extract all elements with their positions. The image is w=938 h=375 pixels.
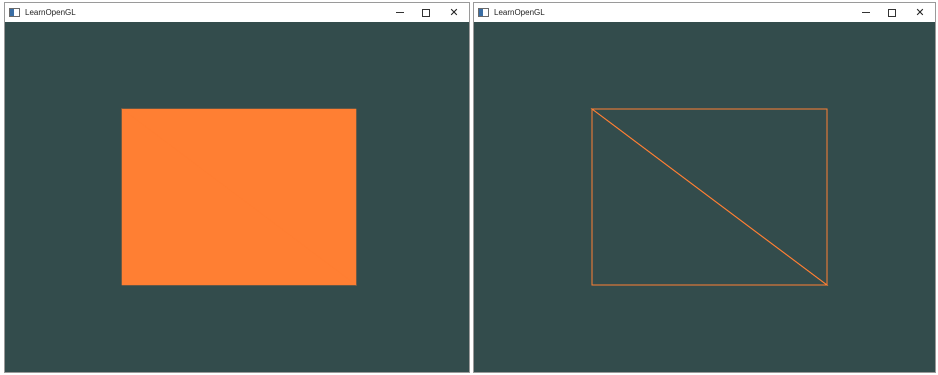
maximize-button[interactable] (879, 3, 905, 22)
minimize-button[interactable] (387, 3, 413, 22)
close-icon: ✕ (449, 6, 459, 19)
minimize-button[interactable] (853, 3, 879, 22)
title-bar[interactable]: LearnOpenGL ✕ (5, 3, 469, 22)
render-viewport[interactable] (474, 22, 935, 372)
maximize-button[interactable] (413, 3, 439, 22)
close-icon: ✕ (915, 6, 925, 19)
opengl-window-wireframe[interactable]: LearnOpenGL ✕ (473, 2, 936, 373)
close-button[interactable]: ✕ (905, 3, 935, 22)
window-title: LearnOpenGL (494, 8, 545, 17)
minimize-icon (396, 12, 404, 13)
title-bar[interactable]: LearnOpenGL ✕ (474, 3, 935, 22)
wireframe-triangle-bottom (591, 108, 829, 286)
wireframe-quad (590, 108, 829, 286)
filled-quad (121, 108, 357, 286)
render-viewport[interactable] (5, 22, 469, 372)
window-app-icon (9, 8, 20, 17)
window-title: LearnOpenGL (25, 8, 76, 17)
window-app-icon (478, 8, 489, 17)
close-button[interactable]: ✕ (439, 3, 469, 22)
maximize-icon (422, 8, 430, 17)
minimize-icon (862, 12, 870, 13)
opengl-window-fill[interactable]: LearnOpenGL ✕ (4, 2, 470, 373)
render-canvas (121, 108, 357, 286)
maximize-icon (888, 8, 896, 17)
render-canvas (590, 108, 829, 286)
